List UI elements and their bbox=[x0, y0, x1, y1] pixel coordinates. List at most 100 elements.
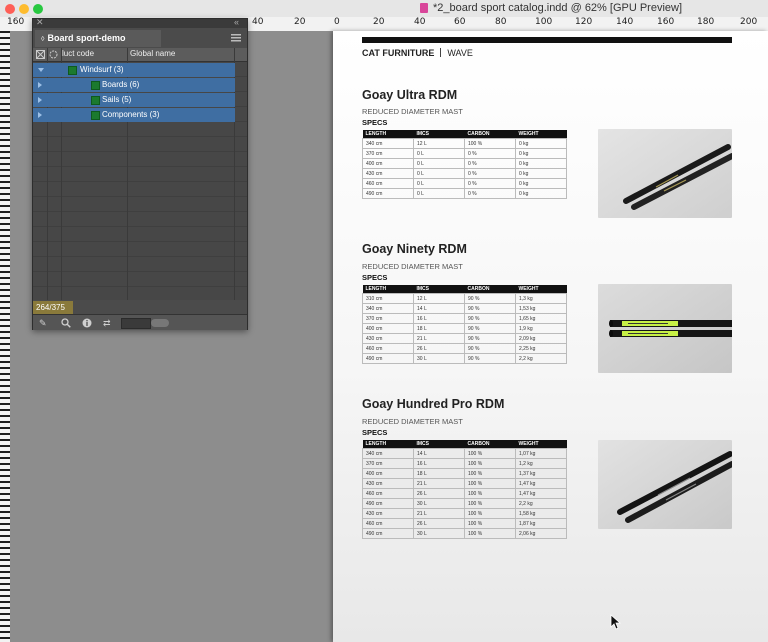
column-header: LENGTH bbox=[362, 130, 414, 139]
tree-item-boards[interactable]: Boards (6) bbox=[33, 78, 235, 92]
table-cell: 1,58 kg bbox=[515, 508, 567, 519]
window-title-bar: *2_board sport catalog.indd @ 62% [GPU P… bbox=[0, 0, 768, 18]
expand-arrow-icon[interactable] bbox=[38, 112, 42, 118]
table-cell: 2,2 kg bbox=[515, 353, 567, 364]
panel-collapse-icon[interactable]: « bbox=[234, 17, 239, 27]
specs-label: SPECS bbox=[362, 118, 388, 127]
ruler-tick-label: 40 bbox=[252, 17, 264, 27]
column-header: CARBON bbox=[464, 130, 516, 139]
table-cell: 0 % bbox=[464, 148, 516, 159]
table-cell: 430 cm bbox=[362, 333, 414, 344]
table-cell: 0 % bbox=[464, 188, 516, 199]
panel-title-strip[interactable]: ✕ « bbox=[33, 17, 247, 28]
tree-item-label: Boards (6) bbox=[102, 80, 140, 89]
table-cell: 2,06 kg bbox=[515, 528, 567, 539]
column-header: CARBON bbox=[464, 440, 516, 449]
ruler-tick-label: 100 bbox=[535, 17, 553, 27]
table-row: 490 cm 30 L 100 % 2,2 kg bbox=[362, 498, 567, 509]
tree-item-windsurf[interactable]: Windsurf (3) bbox=[33, 63, 235, 77]
expand-arrow-icon[interactable] bbox=[38, 82, 42, 88]
tree-item-sails[interactable]: Sails (5) bbox=[33, 93, 235, 107]
table-cell: 340 cm bbox=[362, 448, 414, 459]
table-row: 400 cm 0 L0 % 0 kg bbox=[362, 158, 567, 169]
table-cell: 100 % bbox=[464, 478, 516, 489]
ruler-tick-label: 0 bbox=[334, 17, 340, 27]
table-cell: 490 cm bbox=[362, 498, 414, 509]
search-icon[interactable] bbox=[61, 318, 71, 328]
column-global-name[interactable]: Global name bbox=[130, 49, 175, 58]
table-cell: 90 % bbox=[464, 333, 516, 344]
table-cell: 90 % bbox=[464, 353, 516, 364]
table-cell: 1,9 kg bbox=[515, 323, 567, 334]
table-cell: 12 L bbox=[413, 293, 465, 304]
edit-icon[interactable]: ✎ bbox=[39, 318, 47, 329]
table-cell: 1,3 kg bbox=[515, 293, 567, 304]
table-cell: 430 cm bbox=[362, 168, 414, 179]
ruler-tick-label: 20 bbox=[373, 17, 385, 27]
mast-photo[interactable] bbox=[598, 440, 732, 529]
table-cell: 100 % bbox=[464, 138, 516, 149]
close-window-button[interactable] bbox=[5, 4, 15, 14]
table-row: 430 cm 21 L 90 % 2,09 kg bbox=[362, 333, 567, 344]
panel-menu-icon[interactable] bbox=[231, 34, 241, 42]
minimize-window-button[interactable] bbox=[19, 4, 29, 14]
column-header-row: luct code Global name bbox=[33, 48, 247, 62]
transfer-icon[interactable]: ⇄ bbox=[103, 318, 111, 329]
table-row: 430 cm 21 L 100 % 1,47 kg bbox=[362, 478, 567, 489]
specs-table: LENGTH IMCS CARBON WEIGHT 340 cm 12 L 100 … bbox=[362, 130, 567, 199]
vertical-ruler[interactable] bbox=[0, 31, 10, 642]
mouse-cursor bbox=[610, 614, 621, 630]
column-header: IMCS bbox=[413, 130, 465, 139]
table-cell: 460 cm bbox=[362, 518, 414, 529]
tree-item-components[interactable]: Components (3) bbox=[33, 108, 235, 122]
tree-item-label: Windsurf (3) bbox=[80, 65, 124, 74]
table-cell: 1,65 kg bbox=[515, 313, 567, 324]
footer-input-field[interactable] bbox=[121, 318, 151, 329]
folder-color-icon bbox=[91, 96, 100, 105]
mast-photo[interactable] bbox=[598, 129, 732, 218]
footer-toggle[interactable] bbox=[151, 319, 169, 327]
table-cell: 100 % bbox=[464, 528, 516, 539]
table-cell: 90 % bbox=[464, 303, 516, 314]
table-cell: 490 cm bbox=[362, 188, 414, 199]
table-cell: 0 L bbox=[413, 188, 465, 199]
product-title: Goay Hundred Pro RDM bbox=[362, 397, 505, 411]
header-category: CAT FURNITURE bbox=[362, 48, 435, 58]
zoom-window-button[interactable] bbox=[33, 4, 43, 14]
info-icon[interactable] bbox=[82, 318, 92, 328]
mast-photo[interactable] bbox=[598, 284, 732, 373]
table-cell: 26 L bbox=[413, 488, 465, 499]
expand-arrow-icon[interactable] bbox=[38, 97, 42, 103]
panel-tab[interactable]: ◊ Board sport-demo bbox=[35, 30, 161, 47]
ruler-tick-label: 160 bbox=[7, 17, 25, 27]
column-header: LENGTH bbox=[362, 285, 414, 294]
table-cell: 14 L bbox=[413, 303, 465, 314]
table-cell: 100 % bbox=[464, 498, 516, 509]
column-product-code[interactable]: luct code bbox=[62, 49, 94, 58]
data-source-panel[interactable]: ✕ « ◊ Board sport-demo luct code Global n… bbox=[32, 17, 248, 330]
table-cell: 100 % bbox=[464, 488, 516, 499]
table-cell: 100 % bbox=[464, 508, 516, 519]
table-cell: 490 cm bbox=[362, 353, 414, 364]
link-toggle-icon[interactable] bbox=[36, 50, 45, 59]
table-cell: 12 L bbox=[413, 138, 465, 149]
panel-title: Board sport-demo bbox=[47, 33, 126, 43]
panel-close-icon[interactable]: ✕ bbox=[36, 17, 44, 28]
table-cell: 400 cm bbox=[362, 468, 414, 479]
table-cell: 2,09 kg bbox=[515, 333, 567, 344]
table-row: 430 cm 0 L0 % 0 kg bbox=[362, 168, 567, 179]
table-cell: 90 % bbox=[464, 343, 516, 354]
table-cell: 21 L bbox=[413, 478, 465, 489]
collapse-arrow-icon[interactable] bbox=[38, 68, 44, 72]
sync-status-icon[interactable] bbox=[49, 50, 58, 59]
table-cell: 30 L bbox=[413, 498, 465, 509]
ruler-tick-label: 60 bbox=[454, 17, 466, 27]
table-cell: 100 % bbox=[464, 518, 516, 529]
table-cell: 90 % bbox=[464, 293, 516, 304]
table-cell: 400 cm bbox=[362, 323, 414, 334]
table-row: 490 cm 30 L 100 % 2,06 kg bbox=[362, 528, 567, 539]
ruler-tick-label: 40 bbox=[414, 17, 426, 27]
table-row: 340 cm 12 L 100 % 0 kg bbox=[362, 138, 567, 149]
table-row: 460 cm 26 L 90 % 2,25 kg bbox=[362, 343, 567, 354]
table-row: 460 cm 26 L 100 % 1,47 kg bbox=[362, 488, 567, 499]
